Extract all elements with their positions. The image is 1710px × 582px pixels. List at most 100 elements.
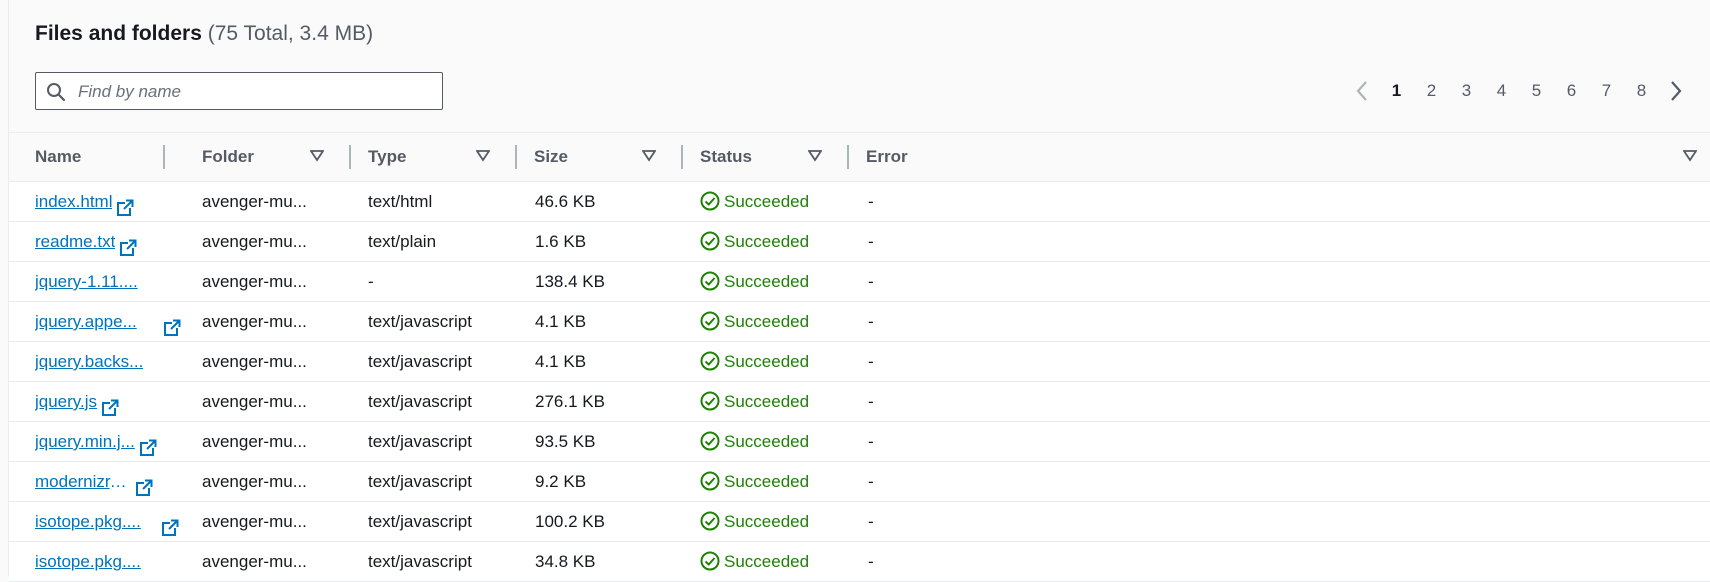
cell-folder: avenger-mu...	[202, 472, 307, 491]
sort-caret-down-icon[interactable]	[808, 150, 822, 162]
panel-title-count: (75 Total, 3.4 MB)	[207, 22, 374, 45]
file-name-link[interactable]: jquery.appe...	[35, 302, 137, 341]
cell-folder: avenger-mu...	[202, 232, 307, 251]
column-header-name[interactable]: Name	[35, 133, 185, 181]
file-name-link[interactable]: jquery.min.j...	[35, 422, 135, 461]
column-header-folder[interactable]: Folder	[202, 133, 352, 181]
cell-folder: avenger-mu...	[202, 312, 307, 331]
file-name-link[interactable]: isotope.pkg....	[35, 502, 141, 541]
file-name-link[interactable]: index.html	[35, 182, 112, 221]
file-name-link[interactable]: jquery.js	[35, 382, 97, 421]
cell-status: Succeeded	[700, 422, 860, 461]
prev-page-button[interactable]	[1345, 76, 1379, 106]
cell-type: text/javascript	[368, 312, 472, 331]
column-resizer[interactable]	[349, 145, 351, 169]
column-resizer[interactable]	[515, 145, 517, 169]
sort-caret-down-icon[interactable]	[476, 150, 490, 162]
column-resizer[interactable]	[847, 145, 849, 169]
table-row[interactable]: modernizr.js... avenger-mu... text/javascr…	[9, 462, 1710, 502]
file-name-link[interactable]: jquery.backs...	[35, 342, 143, 381]
sort-caret-down-icon[interactable]	[1683, 150, 1697, 162]
external-link-icon[interactable]	[135, 472, 153, 501]
status-text: Succeeded	[724, 552, 810, 571]
file-name-link[interactable]: isotope.pkg....	[35, 542, 141, 581]
cell-name: modernizr.js...	[35, 462, 185, 501]
page-5-button[interactable]: 5	[1519, 76, 1554, 106]
status-text: Succeeded	[724, 192, 810, 211]
column-header-type[interactable]: Type	[368, 133, 518, 181]
page-4-button[interactable]: 4	[1484, 76, 1519, 106]
page-1-button[interactable]: 1	[1379, 76, 1414, 106]
external-link-icon[interactable]	[163, 312, 181, 341]
cell-type: text/javascript	[368, 472, 472, 491]
cell-name: readme.txt	[35, 222, 185, 261]
page-2-button[interactable]: 2	[1414, 76, 1449, 106]
cell-folder: avenger-mu...	[202, 392, 307, 411]
cell-error: -	[868, 352, 874, 371]
sort-caret-down-icon[interactable]	[310, 150, 324, 162]
check-circle-icon	[700, 391, 724, 411]
external-link-icon[interactable]	[161, 512, 179, 541]
table-row[interactable]: jquery.js avenger-mu... text/javascript 276…	[9, 382, 1710, 422]
file-name-link[interactable]: readme.txt	[35, 222, 115, 261]
table-row[interactable]: jquery.appe... avenger-mu... text/javascri…	[9, 302, 1710, 342]
cell-folder: avenger-mu...	[202, 352, 307, 371]
cell-folder: avenger-mu...	[202, 272, 307, 291]
table-row[interactable]: readme.txt avenger-mu... text/plain 1.6 KB S…	[9, 222, 1710, 262]
cell-status: Succeeded	[700, 302, 860, 341]
panel-title: Files and folders (75 Total, 3.4 MB)	[35, 22, 373, 46]
status-text: Succeeded	[724, 432, 810, 451]
column-header-error-label: Error	[866, 147, 908, 166]
sort-caret-down-icon[interactable]	[642, 150, 656, 162]
cell-folder: avenger-mu...	[202, 552, 307, 571]
cell-status: Succeeded	[700, 462, 860, 501]
cell-error: -	[868, 512, 874, 531]
table-row[interactable]: isotope.pkg.... avenger-mu... text/javascr…	[9, 502, 1710, 542]
next-page-button[interactable]	[1659, 76, 1693, 106]
table-row[interactable]: jquery-1.11.... avenger-mu... - 138.4 KB Suc…	[9, 262, 1710, 302]
external-link-icon[interactable]	[116, 192, 135, 221]
table-row[interactable]: jquery.backs... avenger-mu... text/javascr…	[9, 342, 1710, 382]
column-resizer[interactable]	[681, 145, 683, 169]
check-circle-icon	[700, 551, 724, 571]
cell-size: 1.6 KB	[535, 232, 587, 251]
table-row[interactable]: jquery.min.j... avenger-mu... text/javascr…	[9, 422, 1710, 462]
page-8-button[interactable]: 8	[1624, 76, 1659, 106]
page-7-button[interactable]: 7	[1589, 76, 1624, 106]
cell-folder: avenger-mu...	[202, 192, 307, 211]
page-3-button[interactable]: 3	[1449, 76, 1484, 106]
column-header-size-label: Size	[534, 147, 569, 166]
external-link-icon[interactable]	[119, 232, 138, 261]
cell-type: text/javascript	[368, 432, 472, 451]
column-header-status[interactable]: Status	[700, 133, 850, 181]
cell-name: jquery.appe...	[35, 302, 185, 341]
panel-title-text: Files and folders	[35, 22, 202, 45]
cell-size: 100.2 KB	[535, 512, 605, 531]
file-name-link[interactable]: modernizr.js...	[35, 462, 131, 501]
page-6-button[interactable]: 6	[1554, 76, 1589, 106]
cell-status: Succeeded	[700, 342, 860, 381]
column-header-error[interactable]: Error	[866, 133, 1701, 181]
external-link-icon[interactable]	[139, 432, 157, 461]
check-circle-icon	[700, 351, 724, 371]
table-row[interactable]: isotope.pkg.... avenger-mu... text/javascr…	[9, 542, 1710, 582]
cell-size: 4.1 KB	[535, 312, 587, 331]
table-row[interactable]: index.html avenger-mu... text/html 46.6 KB S…	[9, 182, 1710, 222]
column-header-size[interactable]: Size	[534, 133, 684, 181]
cell-folder: avenger-mu...	[202, 512, 307, 531]
status-text: Succeeded	[724, 472, 810, 491]
chevron-right-icon	[1671, 81, 1682, 101]
cell-status: Succeeded	[700, 182, 860, 221]
cell-error: -	[868, 312, 874, 331]
cell-size: 276.1 KB	[535, 392, 605, 411]
search-box[interactable]	[35, 72, 443, 110]
file-name-link[interactable]: jquery-1.11....	[35, 262, 138, 301]
column-resizer[interactable]	[163, 145, 165, 169]
status-text: Succeeded	[724, 272, 810, 291]
external-link-icon[interactable]	[101, 392, 120, 421]
column-header-status-label: Status	[700, 147, 752, 166]
cell-name: index.html	[35, 182, 185, 221]
cell-error: -	[868, 552, 874, 571]
search-input[interactable]	[76, 77, 435, 107]
files-table: Name Folder Type Size Status Error index…	[9, 132, 1710, 582]
